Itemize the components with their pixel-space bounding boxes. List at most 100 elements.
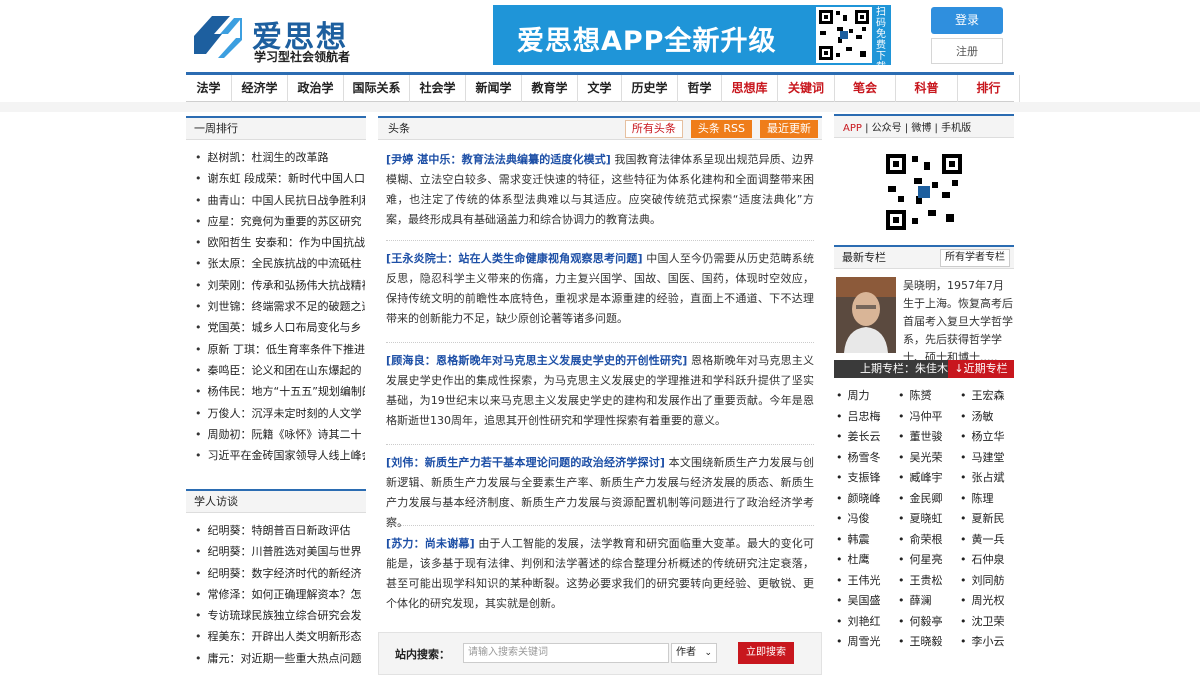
all-columns-link[interactable]: 所有学者专栏	[940, 249, 1010, 267]
nav-item[interactable]: 国际关系	[344, 75, 410, 102]
weekly-ranking-item[interactable]: 欧阳哲生 安泰和：作为中国抗战大	[195, 232, 366, 253]
weekly-ranking-item[interactable]: 刘荣刚：传承和弘扬伟大抗战精神	[195, 275, 366, 296]
nav-item[interactable]: 社会学	[410, 75, 466, 102]
author-link[interactable]: 夏新民	[960, 509, 1016, 530]
author-link[interactable]: 支振锋	[836, 468, 898, 489]
weekly-ranking-item[interactable]: 应星：究竟何为重要的苏区研究	[195, 211, 365, 232]
latest-update-tab[interactable]: 最近更新	[760, 120, 818, 138]
nav-item[interactable]: 科普	[896, 75, 958, 102]
author-link[interactable]: 王晓毅	[898, 632, 960, 653]
author-link[interactable]: 何星亮	[898, 550, 960, 571]
nav-item[interactable]: 哲学	[678, 75, 722, 102]
interview-item[interactable]: 纪明葵：特朗普百日新政评估	[195, 520, 365, 541]
weibo-tab[interactable]: 微博	[911, 123, 931, 134]
author-link[interactable]: 周雪光	[836, 632, 898, 653]
nav-item[interactable]: 新闻学	[466, 75, 522, 102]
author-link[interactable]: 刘艳红	[836, 612, 898, 633]
author-link[interactable]: 石仲泉	[960, 550, 1016, 571]
article-title-link[interactable]: [顾海良：恩格斯晚年对马克思主义发展史学史的开创性研究]	[386, 354, 687, 367]
author-link[interactable]: 姜长云	[836, 427, 898, 448]
author-link[interactable]: 臧峰宇	[898, 468, 960, 489]
author-link[interactable]: 李小云	[960, 632, 1016, 653]
weekly-ranking-item[interactable]: 党国英：城乡人口布局变化与乡	[195, 317, 365, 338]
weekly-ranking-item[interactable]: 秦鸣臣：论义和团在山东爆起的	[195, 360, 365, 381]
app-tab[interactable]: APP	[843, 123, 862, 134]
search-field-select[interactable]: 作者 ⌄	[671, 643, 717, 663]
weekly-ranking-item[interactable]: 刘世锦：终端需求不足的破题之道	[195, 296, 366, 317]
author-link[interactable]: 周力	[836, 386, 898, 407]
search-input[interactable]: 请输入搜索关键词	[463, 643, 669, 663]
author-link[interactable]: 汤敏	[960, 407, 1016, 428]
mobile-tab[interactable]: 手机版	[941, 123, 971, 134]
author-link[interactable]: 杨立华	[960, 427, 1016, 448]
article-title-link[interactable]: [王永炎院士：站在人类生命健康视角观察思考问题]	[386, 252, 643, 265]
author-link[interactable]: 冯仲平	[898, 407, 960, 428]
article-title-link[interactable]: [苏力：尚未谢幕]	[386, 537, 475, 550]
interview-item[interactable]: 专访琉球民族独立综合研究会发	[195, 605, 365, 626]
author-link[interactable]: 杜鹰	[836, 550, 898, 571]
recent-columns-link[interactable]: ↓近期专栏	[948, 360, 1014, 378]
author-link[interactable]: 颜晓峰	[836, 489, 898, 510]
weekly-ranking-item[interactable]: 赵树凯：杜润生的改革路	[195, 147, 365, 168]
search-button[interactable]: 立即搜索	[738, 642, 794, 664]
author-link[interactable]: 韩震	[836, 530, 898, 551]
author-link[interactable]: 黄一兵	[960, 530, 1016, 551]
nav-item[interactable]: 经济学	[232, 75, 288, 102]
weekly-ranking-item[interactable]: 杨伟民：地方“十五五”规划编制的	[195, 381, 366, 402]
author-link[interactable]: 吴国盛	[836, 591, 898, 612]
weekly-ranking-item[interactable]: 万俊人：沉浮未定时刻的人文学	[195, 403, 365, 424]
nav-item[interactable]: 关键词	[778, 75, 835, 102]
site-logo[interactable]: 爱思想 学习型社会领航者	[186, 10, 356, 66]
interview-item[interactable]: 庸元：对近期一些重大热点问题	[195, 648, 365, 669]
nav-item[interactable]: 政治学	[288, 75, 344, 102]
article-title-link[interactable]: [尹婷 湛中乐：教育法法典编纂的适度化模式]	[386, 153, 611, 166]
article-title-link[interactable]: [刘伟：新质生产力若干基本理论问题的政治经济学探讨]	[386, 456, 665, 469]
author-link[interactable]: 董世骏	[898, 427, 960, 448]
nav-item[interactable]: 历史学	[622, 75, 678, 102]
weekly-ranking-item[interactable]: 谢东虹 段成荣：新时代中国人口发	[195, 168, 366, 189]
register-button[interactable]: 注册	[931, 38, 1003, 64]
nav-item[interactable]: 法学	[186, 75, 232, 102]
author-bio[interactable]: 吴晓明，1957年7月生于上海。恢复高考后首届考入复旦大学哲学系，先后获得哲学学…	[903, 277, 1013, 367]
prev-column-label[interactable]: 上期专栏：朱佳木	[860, 360, 948, 378]
author-link[interactable]: 张占斌	[960, 468, 1016, 489]
all-headlines-tab[interactable]: 所有头条	[624, 120, 683, 138]
wechat-tab[interactable]: 公众号	[872, 123, 902, 134]
weekly-ranking-item[interactable]: 周勋初：阮籍《咏怀》诗其二十	[195, 424, 365, 445]
author-link[interactable]: 吴光荣	[898, 448, 960, 469]
author-link[interactable]: 刘同舫	[960, 571, 1016, 592]
author-link[interactable]: 王伟光	[836, 571, 898, 592]
author-link[interactable]: 沈卫荣	[960, 612, 1016, 633]
author-link[interactable]: 金民卿	[898, 489, 960, 510]
nav-item[interactable]: 文学	[578, 75, 622, 102]
author-link[interactable]: 陈赟	[898, 386, 960, 407]
author-link[interactable]: 周光权	[960, 591, 1016, 612]
nav-item[interactable]: 排行	[958, 75, 1020, 102]
author-link[interactable]: 杨雪冬	[836, 448, 898, 469]
author-link[interactable]: 俞荣根	[898, 530, 960, 551]
author-link[interactable]: 吕忠梅	[836, 407, 898, 428]
author-link[interactable]: 王贵松	[898, 571, 960, 592]
author-link[interactable]: 薛澜	[898, 591, 960, 612]
interview-item[interactable]: 常修泽：如何正确理解资本？怎	[195, 584, 365, 605]
author-link[interactable]: 夏晓虹	[898, 509, 960, 530]
weekly-ranking-item[interactable]: 张太原：全民族抗战的中流砥柱 民	[195, 253, 366, 274]
interview-item[interactable]: 纪明葵：数字经济时代的新经济	[195, 563, 365, 584]
weekly-ranking-item[interactable]: 曲青山：中国人民抗日战争胜利和	[195, 190, 366, 211]
weekly-ranking-item[interactable]: 原新 丁琪：低生育率条件下推进婚	[195, 339, 366, 360]
nav-item[interactable]: 思想库	[722, 75, 778, 102]
author-link[interactable]: 王宏森	[960, 386, 1016, 407]
rss-tab[interactable]: 头条 RSS	[690, 120, 752, 138]
app-banner[interactable]: 爱思想APP全新升级 扫码免费下载	[493, 5, 891, 73]
login-button[interactable]: 登录	[931, 7, 1003, 34]
author-link[interactable]: 冯俊	[836, 509, 898, 530]
interview-item[interactable]: 程美东：开辟出人类文明新形态	[195, 626, 365, 647]
author-link[interactable]: 何毅亭	[898, 612, 960, 633]
weekly-ranking-item[interactable]: 习近平在金砖国家领导人线上峰会	[195, 445, 366, 466]
nav-item[interactable]: 笔会	[835, 75, 896, 102]
interview-item[interactable]: 纪明葵：川普胜选对美国与世界	[195, 541, 365, 562]
author-link[interactable]: 马建堂	[960, 448, 1016, 469]
author-link[interactable]: 陈理	[960, 489, 1016, 510]
nav-item[interactable]: 教育学	[522, 75, 578, 102]
author-photo[interactable]	[836, 277, 896, 353]
